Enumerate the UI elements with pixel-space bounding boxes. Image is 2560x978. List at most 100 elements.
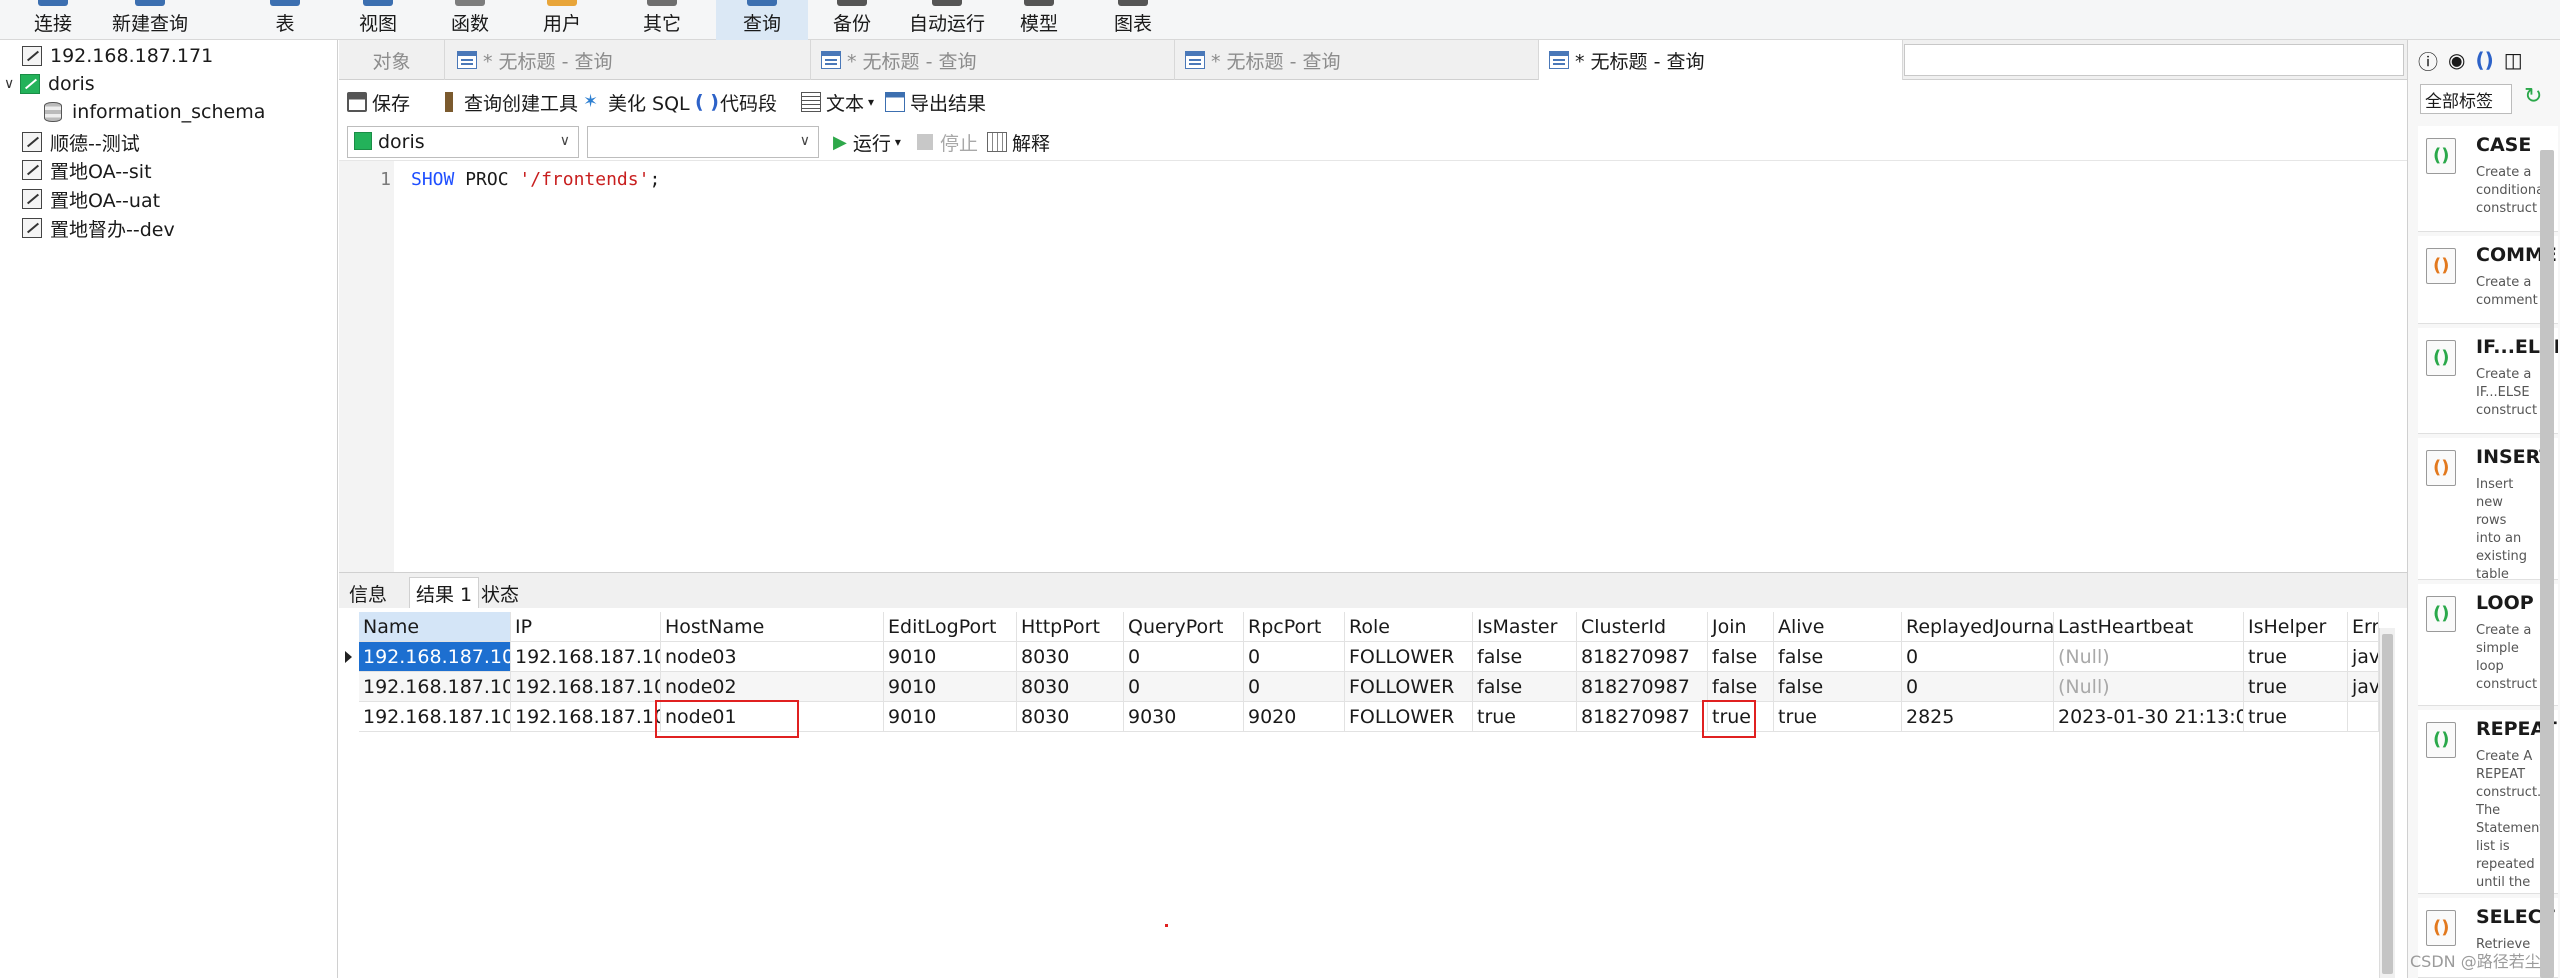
snippet-if-else[interactable]: () IF...ELSE Create a IF...ELSE construc… — [2418, 328, 2558, 434]
column-header[interactable]: IP — [511, 612, 661, 642]
column-header[interactable]: Alive — [1774, 612, 1902, 642]
scrollbar-thumb[interactable] — [2382, 634, 2393, 974]
dropdown-arrow-icon[interactable]: ▾ — [895, 135, 901, 149]
view-button[interactable]: 视图 — [350, 0, 406, 40]
column-header[interactable]: HttpPort — [1017, 612, 1124, 642]
table-cell[interactable]: 8030 — [1017, 642, 1124, 672]
table-cell[interactable]: java.net.ConnectException — [2348, 672, 2379, 702]
snippet-case[interactable]: () CASE Create a conditional construct — [2418, 126, 2558, 232]
table-cell[interactable]: java.net.ConnectException — [2348, 642, 2379, 672]
table-cell[interactable]: node02 — [661, 672, 884, 702]
table-cell[interactable]: 2825 — [1902, 702, 2054, 732]
table-cell[interactable]: true — [2244, 702, 2348, 732]
explain-button[interactable]: 解释 — [987, 128, 1050, 156]
table-cell[interactable]: true — [1774, 702, 1902, 732]
table-cell[interactable]: 9030 — [1124, 702, 1244, 732]
nav-connection-dev[interactable]: 置地督办--dev — [22, 214, 175, 242]
chevron-down-icon[interactable]: ∨ — [4, 76, 20, 92]
snippet-loop[interactable]: () LOOP Create a simple loop construct — [2418, 584, 2558, 706]
table-cell[interactable]: FOLLOWER — [1345, 672, 1473, 702]
column-header[interactable]: EditLogPort — [884, 612, 1017, 642]
sql-editor[interactable]: 1 SHOW PROC '/frontends'; — [339, 160, 2407, 573]
table-cell[interactable]: 9020 — [1244, 702, 1345, 732]
column-header[interactable]: QueryPort — [1124, 612, 1244, 642]
table-cell[interactable]: 0 — [1124, 642, 1244, 672]
table-cell[interactable]: node03 — [661, 642, 884, 672]
column-header[interactable]: ClusterId — [1577, 612, 1708, 642]
snippet-insert[interactable]: () INSERT Insert new rows into an existi… — [2418, 438, 2558, 580]
run-button[interactable]: ▶ 运行 ▾ — [833, 128, 901, 156]
column-header[interactable]: Join — [1708, 612, 1774, 642]
refresh-icon[interactable]: ↻ — [2524, 84, 2542, 109]
table-cell[interactable]: 192.168.187.101_9010_1675081950123 — [359, 702, 511, 732]
table-cell[interactable]: 9010 — [884, 672, 1017, 702]
tag-filter-select[interactable]: 全部标签 — [2420, 84, 2512, 114]
nav-connection-oa-sit[interactable]: 置地OA--sit — [22, 156, 152, 184]
table-cell[interactable]: false — [1708, 642, 1774, 672]
snippet-repeat[interactable]: () REPEAT Create A REPEAT construct. The… — [2418, 710, 2558, 894]
query-builder-button[interactable]: 查询创建工具 — [439, 88, 578, 116]
table-cell[interactable]: 0 — [1902, 642, 2054, 672]
text-mode-button[interactable]: 文本 ▾ — [801, 88, 874, 116]
stop-button[interactable]: 停止 — [917, 128, 978, 156]
backup-button[interactable]: 备份 — [824, 0, 880, 40]
tab-query-2[interactable]: * 无标题 - 查询 — [811, 40, 1175, 80]
column-header[interactable]: Role — [1345, 612, 1473, 642]
table-cell[interactable]: true — [2244, 642, 2348, 672]
layout-panel-icon[interactable]: ◫ — [2504, 48, 2523, 72]
nav-connection-171[interactable]: 192.168.187.171 — [22, 42, 213, 70]
table-cell[interactable] — [2348, 702, 2379, 732]
column-header[interactable]: Name — [359, 612, 511, 642]
snippet-comment[interactable]: () COMMENT Create a comment — [2418, 236, 2558, 324]
table-cell[interactable]: FOLLOWER — [1345, 642, 1473, 672]
code-snippet-button[interactable]: ( ) 代码段 — [695, 88, 777, 116]
column-header[interactable]: RpcPort — [1244, 612, 1345, 642]
table-cell[interactable]: false — [1774, 672, 1902, 702]
table-cell[interactable]: 818270987 — [1577, 702, 1708, 732]
table-cell[interactable]: 8030 — [1017, 672, 1124, 702]
table-button[interactable]: 表 — [260, 0, 310, 40]
table-cell[interactable]: 2023-01-30 21:13:06 — [2054, 702, 2244, 732]
function-button[interactable]: 函数 — [442, 0, 498, 40]
table-cell[interactable]: 192.168.187.102 — [511, 672, 661, 702]
column-header[interactable]: LastHeartbeat — [2054, 612, 2244, 642]
query-button[interactable]: 查询 — [716, 0, 808, 40]
connect-button[interactable]: 连接 — [22, 0, 84, 40]
nav-connection-shunde[interactable]: 顺德--测试 — [22, 128, 140, 156]
connection-select[interactable]: doris ∨ — [347, 126, 579, 158]
tab-status[interactable]: 状态 — [475, 577, 525, 609]
table-cell[interactable]: true — [1473, 702, 1577, 732]
save-button[interactable]: 保存 — [347, 88, 410, 116]
table-row[interactable]: 192.168.187.101_9010_1675081950123 192.1… — [339, 702, 2379, 732]
sql-code-line[interactable]: SHOW PROC '/frontends'; — [411, 169, 660, 190]
tab-info[interactable]: 信息 — [343, 577, 393, 609]
table-cell[interactable]: false — [1473, 642, 1577, 672]
beautify-sql-button[interactable]: ✶ 美化 SQL — [583, 88, 690, 116]
tab-query-3[interactable]: * 无标题 - 查询 — [1175, 40, 1539, 80]
table-cell[interactable]: 818270987 — [1577, 672, 1708, 702]
table-row[interactable]: 192.168.187.102_9010_1675082079813 192.1… — [339, 672, 2379, 702]
table-cell[interactable]: 818270987 — [1577, 642, 1708, 672]
column-header[interactable]: HostName — [661, 612, 884, 642]
column-header[interactable]: ReplayedJournalId — [1902, 612, 2054, 642]
nav-connection-doris[interactable]: ∨ doris — [4, 70, 95, 98]
table-cell[interactable]: 192.168.187.101 — [511, 702, 661, 732]
table-cell[interactable]: 0 — [1124, 672, 1244, 702]
table-cell[interactable]: 192.168.187.103_9010_1675082086209 — [359, 642, 511, 672]
table-cell[interactable]: 0 — [1244, 642, 1345, 672]
tab-result-1[interactable]: 结果 1 — [409, 577, 480, 609]
auto-run-button[interactable]: 自动运行 — [904, 0, 990, 40]
other-button[interactable]: 其它 — [634, 0, 690, 40]
grid-vertical-scrollbar[interactable] — [2379, 628, 2395, 978]
user-button[interactable]: 用户 — [534, 0, 590, 40]
tab-query-active[interactable]: * 无标题 - 查询 — [1539, 40, 1903, 80]
table-cell[interactable]: 9010 — [884, 702, 1017, 732]
nav-connection-oa-uat[interactable]: 置地OA--uat — [22, 185, 160, 213]
column-header[interactable]: IsMaster — [1473, 612, 1577, 642]
table-cell[interactable]: false — [1708, 672, 1774, 702]
eye-icon[interactable]: ◉ — [2448, 48, 2465, 72]
nav-database-information-schema[interactable]: information_schema — [44, 98, 265, 126]
info-icon[interactable]: ⓘ — [2418, 46, 2438, 75]
table-cell[interactable]: 0 — [1902, 672, 2054, 702]
table-cell[interactable]: false — [1473, 672, 1577, 702]
